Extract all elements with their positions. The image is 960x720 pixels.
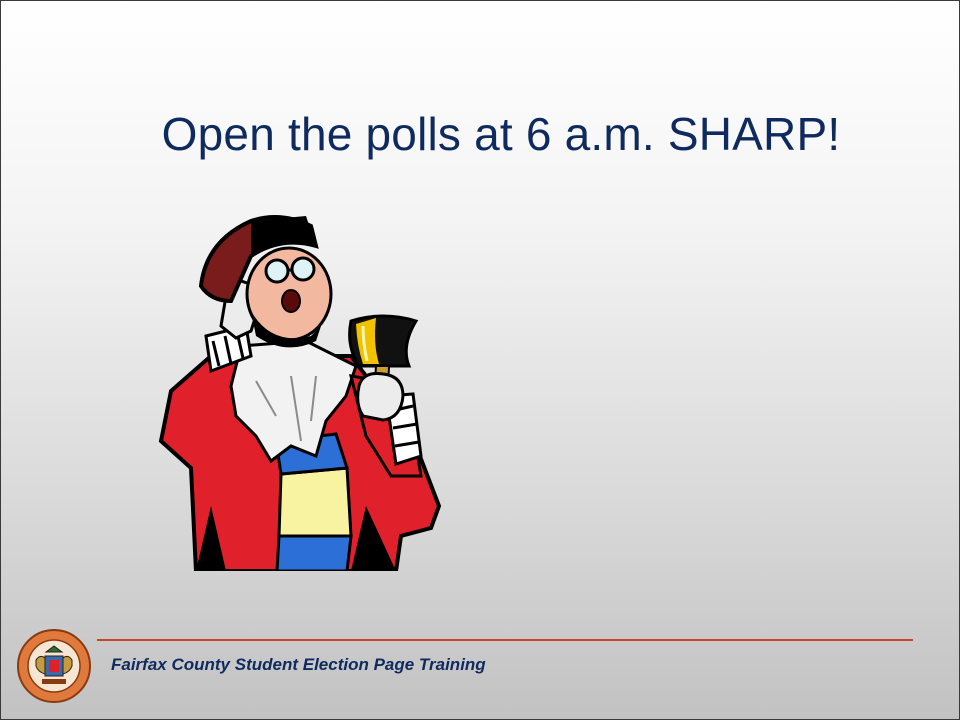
slide: Open the polls at 6 a.m. SHARP! Fairfax … [0, 0, 960, 720]
footer-text: Fairfax County Student Election Page Tra… [111, 655, 486, 674]
town-crier-illustration [158, 215, 442, 571]
county-seal-logo [17, 629, 91, 703]
slide-title: Open the polls at 6 a.m. SHARP! [161, 108, 841, 160]
footer-divider [97, 639, 913, 641]
